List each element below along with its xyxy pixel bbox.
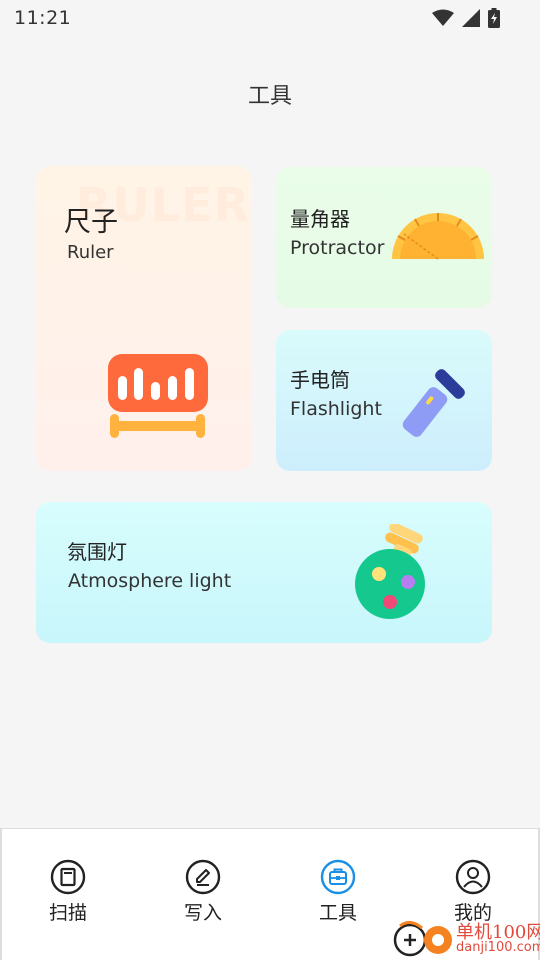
- tool-card-ruler[interactable]: RULER 尺子 Ruler: [36, 166, 252, 471]
- scan-icon: [50, 859, 86, 895]
- wifi-icon: [432, 9, 454, 26]
- atmosphere-title-cn: 氛围灯: [67, 540, 127, 564]
- site-watermark: 单机100网 danji100.com: [392, 918, 540, 960]
- signal-icon: [462, 9, 480, 27]
- ruler-title-cn: 尺子: [64, 207, 118, 238]
- status-icons: [432, 8, 500, 28]
- nav-label-scan: 扫描: [48, 902, 87, 924]
- protractor-title-cn: 量角器: [290, 207, 350, 231]
- write-icon: [185, 859, 221, 895]
- tool-card-flashlight[interactable]: 手电筒 Flashlight: [276, 330, 492, 471]
- protractor-title-en: Protractor: [290, 237, 385, 259]
- tool-card-protractor[interactable]: 量角器 Protractor: [276, 167, 492, 308]
- page-title: 工具: [247, 84, 292, 109]
- atmosphere-light-illustration-icon: [355, 524, 425, 619]
- status-bar: 11:21: [0, 0, 540, 36]
- nav-label-tools: 工具: [318, 902, 357, 924]
- battery-charging-icon: [488, 8, 500, 28]
- tool-card-atmosphere-light[interactable]: 氛围灯 Atmosphere light: [36, 502, 492, 643]
- tools-screen: 11:21 工具 RULER 尺子 Ruler 量角器 Protractor 手…: [0, 0, 540, 960]
- ruler-illustration-icon: [108, 354, 208, 438]
- toolbox-icon: [320, 859, 356, 895]
- nav-item-scan[interactable]: 扫描: [28, 859, 108, 929]
- nav-item-write[interactable]: 写入: [163, 859, 243, 929]
- ruler-title-en: Ruler: [67, 242, 114, 263]
- flashlight-title-en: Flashlight: [290, 398, 382, 420]
- protractor-illustration-icon: [392, 213, 484, 260]
- nav-label-write: 写入: [183, 902, 222, 924]
- watermark-text-en: danji100.com: [456, 940, 540, 955]
- atmosphere-title-en: Atmosphere light: [68, 570, 232, 592]
- flashlight-title-cn: 手电筒: [290, 368, 350, 392]
- status-time: 11:21: [14, 7, 72, 29]
- flashlight-illustration-icon: [402, 369, 465, 437]
- profile-icon: [455, 859, 491, 895]
- watermark-logo-icon: [393, 921, 452, 957]
- nav-item-tools[interactable]: 工具: [298, 859, 378, 929]
